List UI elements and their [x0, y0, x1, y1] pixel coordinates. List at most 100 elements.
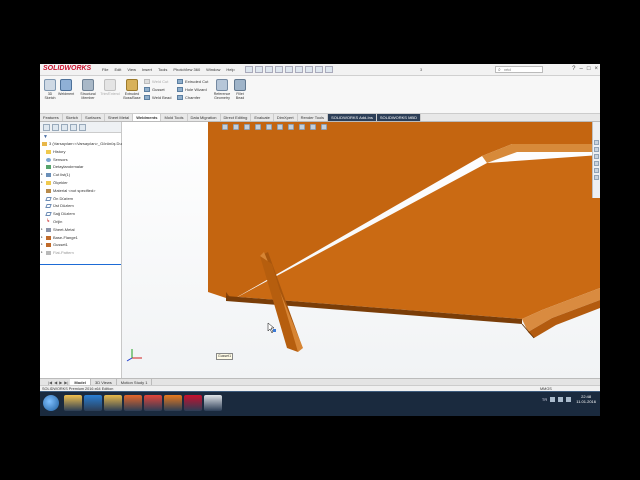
rebuild-icon[interactable] — [305, 66, 313, 73]
tab-mold-tools[interactable]: Mold Tools — [161, 114, 188, 121]
tree-item[interactable]: ▸ Base-Flange1 — [40, 234, 121, 242]
tree-item[interactable]: Detaylandırmalar — [40, 163, 121, 171]
tree-item[interactable]: History — [40, 148, 121, 156]
feature-tree-tab-icon[interactable] — [43, 124, 50, 131]
property-manager-tab-icon[interactable] — [52, 124, 59, 131]
tree-item[interactable]: Sensors — [40, 156, 121, 164]
language-indicator[interactable]: TR — [542, 397, 547, 402]
close-button[interactable]: × — [594, 66, 598, 73]
taskbar-app-media-icon[interactable] — [124, 395, 142, 411]
scene-icon[interactable] — [310, 124, 316, 130]
zoom-to-fit-icon[interactable] — [222, 124, 228, 130]
options-icon[interactable] — [325, 66, 333, 73]
menu-photoview[interactable]: PhotoView 360 — [173, 67, 200, 72]
new-document-icon[interactable] — [245, 66, 253, 73]
view-settings-icon[interactable] — [321, 124, 327, 130]
tree-item[interactable]: ▸ Ölçekler — [40, 179, 121, 187]
custom-properties-icon[interactable] — [594, 175, 599, 180]
trim-extend-button[interactable]: Trim/Extend — [100, 79, 120, 96]
expand-arrow-icon[interactable]: ▸ — [41, 226, 43, 234]
open-icon[interactable] — [255, 66, 263, 73]
solidworks-resources-icon[interactable] — [594, 140, 599, 145]
network-icon[interactable] — [550, 396, 556, 402]
tab-weldments[interactable]: Weldments — [133, 114, 162, 121]
taskbar-app-solidworks-icon[interactable] — [184, 395, 202, 411]
expand-arrow-icon[interactable]: ▸ — [41, 249, 43, 257]
graphics-area[interactable]: Gusset1 — [122, 122, 600, 378]
zoom-area-icon[interactable] — [233, 124, 239, 130]
tree-item[interactable]: ▸ Cut list(1) — [40, 171, 121, 179]
weld-bead-button[interactable]: Weld Bead — [144, 95, 172, 100]
file-properties-icon[interactable] — [315, 66, 323, 73]
select-icon[interactable] — [295, 66, 303, 73]
model-view[interactable] — [122, 122, 600, 378]
taskbar-app-folder-icon[interactable] — [104, 395, 122, 411]
print-icon[interactable] — [275, 66, 283, 73]
menu-view[interactable]: View — [127, 67, 136, 72]
flag-icon[interactable] — [566, 396, 572, 402]
tab-direct-editing[interactable]: Direct Editing — [221, 114, 252, 121]
tab-render-tools[interactable]: Render Tools — [298, 114, 329, 121]
previous-view-icon[interactable] — [244, 124, 250, 130]
configuration-manager-tab-icon[interactable] — [61, 124, 68, 131]
display-manager-tab-icon[interactable] — [79, 124, 86, 131]
expand-arrow-icon[interactable]: ▸ — [41, 241, 43, 249]
tree-item[interactable]: Sağ Düzlem — [40, 210, 121, 218]
taskbar-app-chrome-icon[interactable] — [144, 395, 162, 411]
design-library-icon[interactable] — [594, 147, 599, 152]
hole-wizard-button[interactable]: Hole Wizard — [177, 87, 207, 92]
weld-cut-button[interactable]: Weld Cut — [144, 79, 168, 84]
fillet-bead-button[interactable]: Fillet Bead — [232, 79, 248, 100]
section-view-icon[interactable] — [255, 124, 261, 130]
tree-item[interactable]: Material <not specified> — [40, 187, 121, 195]
menu-file[interactable]: File — [102, 67, 108, 72]
menu-insert[interactable]: Insert — [142, 67, 152, 72]
display-style-icon[interactable] — [277, 124, 283, 130]
taskbar-app-firefox-icon[interactable] — [164, 395, 182, 411]
reference-geometry-button[interactable]: Reference Geometry — [211, 79, 233, 100]
search-input[interactable]: ⌕ vrtd — [495, 66, 543, 73]
tree-item[interactable]: Üst Düzlem — [40, 202, 121, 210]
tree-item[interactable]: Ön Düzlem — [40, 195, 121, 203]
extruded-cut-button[interactable]: Extruded Cut — [177, 79, 208, 84]
taskbar-app-ie-icon[interactable] — [84, 395, 102, 411]
expand-arrow-icon[interactable]: ▸ — [41, 234, 43, 242]
gusset-button[interactable]: Gusset — [144, 87, 165, 92]
tree-item[interactable]: ↳ Orijin — [40, 218, 121, 226]
3d-sketch-button[interactable]: 3D Sketch — [42, 79, 58, 100]
clock[interactable]: 22:48 11.01.2016 — [576, 394, 596, 404]
taskbar-app-app-icon[interactable] — [204, 395, 222, 411]
tab-data-migration[interactable]: Data Migration — [188, 114, 221, 121]
structural-member-button[interactable]: Structural Member — [79, 79, 97, 100]
hide-show-icon[interactable] — [288, 124, 294, 130]
undo-icon[interactable] — [285, 66, 293, 73]
volume-icon[interactable] — [558, 396, 564, 402]
expand-arrow-icon[interactable]: ▸ — [41, 171, 43, 179]
menu-tools[interactable]: Tools — [158, 67, 167, 72]
expand-arrow-icon[interactable]: ▸ — [41, 179, 43, 187]
tree-item[interactable]: ▸ Gusset1 — [40, 241, 121, 249]
help-icon[interactable]: ? — [572, 66, 575, 73]
solidworks-logo[interactable]: SOLIDWORKS — [43, 65, 91, 72]
tab-addins[interactable]: SOLIDWORKS Add-Ins — [328, 114, 377, 121]
appearance-icon[interactable] — [299, 124, 305, 130]
weldment-button[interactable]: Weldment — [58, 79, 74, 96]
file-explorer-icon[interactable] — [594, 154, 599, 159]
tab-features[interactable]: Features — [40, 114, 63, 121]
tab-sketch[interactable]: Sketch — [63, 114, 83, 121]
chamfer-button[interactable]: Chamfer — [177, 95, 200, 100]
taskbar-app-explorer-icon[interactable] — [64, 395, 82, 411]
tab-mbd[interactable]: SOLIDWORKS MBD — [376, 114, 421, 121]
tab-evaluate[interactable]: Evaluate — [251, 114, 274, 121]
view-palette-icon[interactable] — [594, 161, 599, 166]
tab-surfaces[interactable]: Surfaces — [82, 114, 105, 121]
menu-edit[interactable]: Edit — [114, 67, 121, 72]
appearances-icon[interactable] — [594, 168, 599, 173]
tab-dimxpert[interactable]: DimXpert — [274, 114, 298, 121]
filter-icon[interactable]: ▼ — [40, 133, 121, 140]
start-button[interactable] — [43, 395, 59, 411]
extruded-boss-button[interactable]: Extruded Boss/Base — [122, 79, 142, 100]
maximize-button[interactable]: □ — [587, 66, 591, 73]
menu-window[interactable]: Window — [206, 67, 220, 72]
tab-sheet-metal[interactable]: Sheet Metal — [105, 114, 134, 121]
